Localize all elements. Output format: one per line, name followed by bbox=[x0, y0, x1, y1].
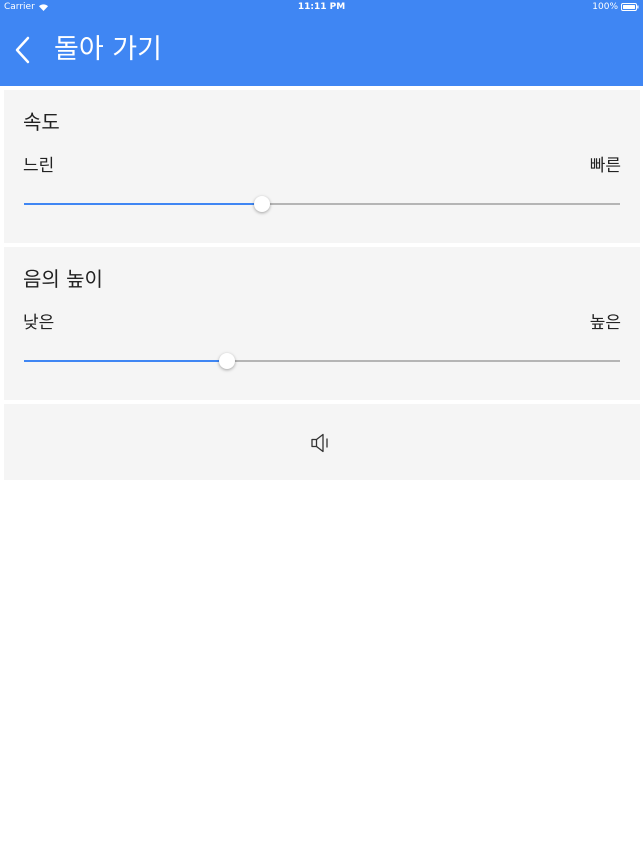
pitch-slider-fill bbox=[24, 360, 227, 362]
pitch-slider[interactable] bbox=[24, 351, 620, 371]
speed-title: 속도 bbox=[23, 110, 60, 134]
speed-slider[interactable] bbox=[24, 194, 620, 214]
speed-min-label: 느린 bbox=[23, 156, 55, 176]
back-button-label[interactable]: 돌아 가기 bbox=[54, 31, 162, 69]
navigation-bar: 돌아 가기 bbox=[0, 20, 643, 80]
speed-slider-thumb[interactable] bbox=[254, 196, 271, 212]
battery-icon bbox=[621, 3, 639, 11]
pitch-slider-thumb[interactable] bbox=[218, 353, 235, 369]
status-right: 100% bbox=[592, 0, 639, 14]
chevron-left-icon[interactable] bbox=[12, 35, 34, 65]
pitch-min-label: 낮은 bbox=[23, 313, 55, 333]
battery-percent: 100% bbox=[592, 2, 618, 12]
pitch-max-label: 높은 bbox=[589, 313, 621, 333]
play-card[interactable] bbox=[4, 404, 640, 480]
speed-max-label: 빠른 bbox=[589, 156, 621, 176]
speaker-icon[interactable] bbox=[310, 432, 332, 454]
status-bar: Carrier 11:11 PM 100% bbox=[0, 0, 643, 14]
status-time: 11:11 PM bbox=[297, 2, 346, 12]
speed-slider-fill bbox=[24, 203, 263, 205]
pitch-card: 음의 높이 낮은 높은 bbox=[4, 247, 640, 400]
top-bar: Carrier 11:11 PM 100% 돌아 가기 bbox=[0, 0, 643, 86]
pitch-title: 음의 높이 bbox=[23, 267, 103, 291]
speed-card: 속도 느린 빠른 bbox=[4, 90, 640, 243]
